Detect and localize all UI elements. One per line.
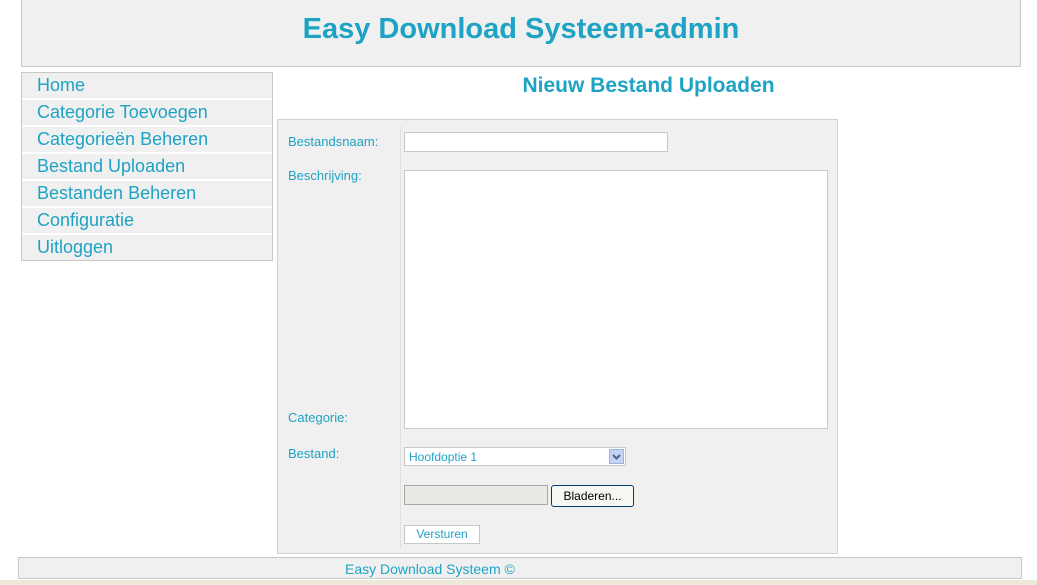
footer-text: Easy Download Systeem ©: [345, 561, 515, 577]
file-path-input[interactable]: [404, 485, 548, 505]
page-title: Nieuw Bestand Uploaden: [522, 74, 775, 97]
footer: Easy Download Systeem ©: [18, 557, 1022, 579]
category-select-value: Hoofdoptie 1: [409, 450, 478, 464]
site-title: Easy Download Systeem-admin: [302, 12, 740, 45]
category-label: Categorie:: [288, 410, 348, 425]
filename-label: Bestandsnaam:: [288, 134, 379, 149]
sidebar-item-categorie-toevoegen[interactable]: Categorie Toevoegen: [22, 100, 272, 125]
sidebar: Home Categorie Toevoegen Categorieën Beh…: [21, 72, 273, 261]
sidebar-item-home[interactable]: Home: [22, 73, 272, 98]
description-label: Beschrijving:: [288, 168, 362, 183]
filename-input[interactable]: [404, 132, 668, 152]
sidebar-item-bestand-uploaden[interactable]: Bestand Uploaden: [22, 154, 272, 179]
sidebar-item-bestanden-beheren[interactable]: Bestanden Beheren: [22, 181, 272, 206]
sidebar-item-configuratie[interactable]: Configuratie: [22, 208, 272, 233]
upload-form: Bestandsnaam: Beschrijving: Categorie: B…: [277, 119, 838, 554]
form-divider: [400, 126, 401, 549]
window-bottom-edge: [0, 580, 1037, 585]
header-bar: Easy Download Systeem-admin: [21, 0, 1021, 67]
category-select[interactable]: Hoofdoptie 1: [404, 447, 626, 466]
description-textarea[interactable]: [404, 170, 828, 429]
chevron-down-icon[interactable]: [609, 449, 624, 464]
sidebar-item-categorieen-beheren[interactable]: Categorieën Beheren: [22, 127, 272, 152]
submit-button[interactable]: Versturen: [404, 525, 480, 544]
file-label: Bestand:: [288, 446, 340, 461]
browse-button[interactable]: Bladeren...: [551, 485, 634, 507]
sidebar-item-uitloggen[interactable]: Uitloggen: [22, 235, 272, 260]
